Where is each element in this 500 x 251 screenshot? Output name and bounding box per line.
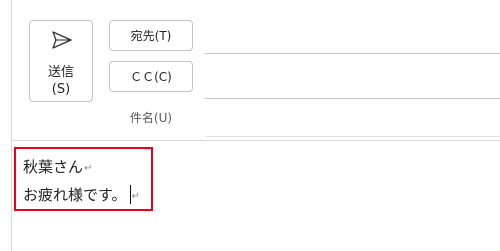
cc-field[interactable] — [205, 98, 500, 99]
body-line-text: 秋葉さん — [23, 158, 84, 176]
send-button-label: 送信 — [47, 65, 74, 80]
message-body-line[interactable]: 秋葉さん↵ — [23, 157, 92, 179]
paper-plane-icon — [52, 31, 72, 49]
send-button-shortcut: (S) — [51, 82, 71, 97]
send-button[interactable]: 送信 (S) — [29, 20, 93, 102]
left-border-strip — [0, 0, 12, 251]
subject-field[interactable] — [205, 136, 500, 137]
body-line-text: お疲れ様です。 — [23, 186, 127, 204]
paragraph-mark-icon: ↵ — [84, 163, 93, 174]
cc-button[interactable]: ＣＣ(C) — [109, 61, 193, 92]
subject-label: 件名(U) — [129, 111, 173, 125]
header-divider — [12, 140, 500, 141]
text-cursor — [129, 185, 131, 204]
paragraph-mark-icon: ↵ — [131, 191, 140, 202]
to-field[interactable] — [205, 53, 500, 54]
message-body-line[interactable]: お疲れ様です。 ↵ — [23, 185, 140, 207]
to-button[interactable]: 宛先(T) — [109, 20, 193, 51]
